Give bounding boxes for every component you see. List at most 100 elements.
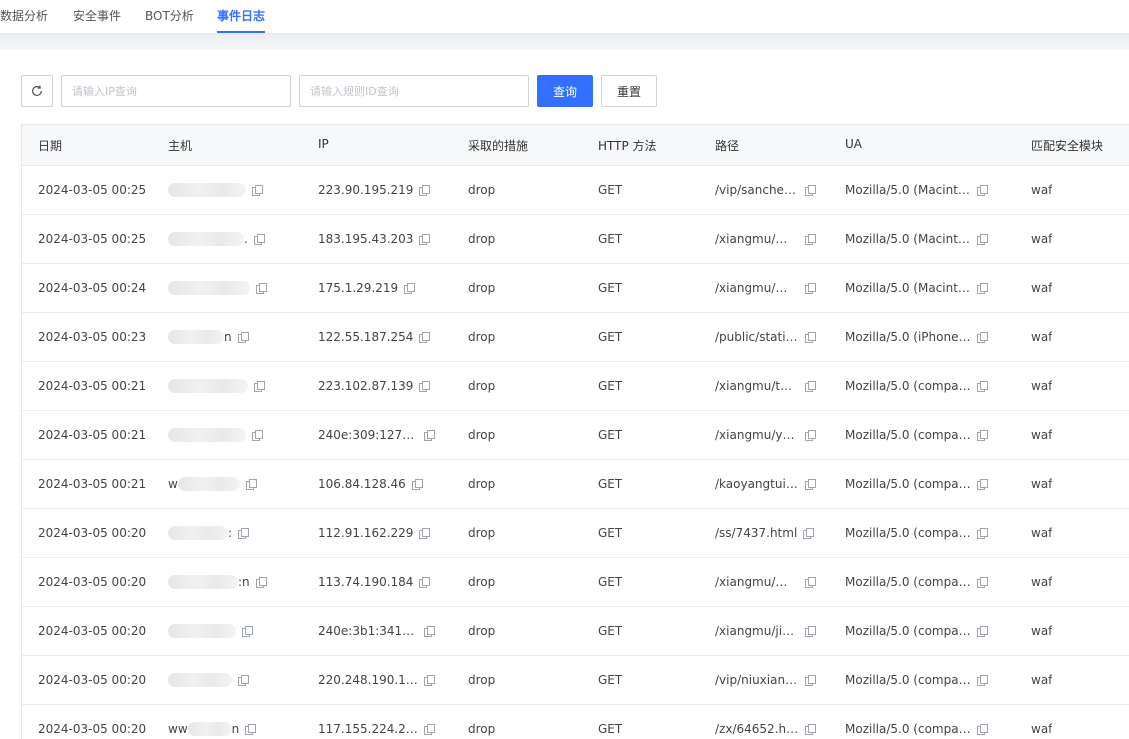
cell-host: ww n xyxy=(168,722,257,736)
cell-ua: Mozilla/5.0 (compatible; bot) xyxy=(845,428,988,442)
redacted-host-blur xyxy=(168,281,250,295)
copy-icon[interactable] xyxy=(424,430,435,441)
copy-icon[interactable] xyxy=(238,675,249,686)
copy-icon[interactable] xyxy=(977,283,988,294)
copy-icon[interactable] xyxy=(419,381,431,392)
copy-icon[interactable] xyxy=(424,724,435,735)
copy-icon[interactable] xyxy=(803,528,815,539)
copy-icon[interactable] xyxy=(977,332,988,343)
tab-event-log[interactable]: 事件日志 xyxy=(217,7,265,24)
copy-icon[interactable] xyxy=(805,234,816,245)
redacted-host-blur xyxy=(177,477,240,491)
cell-action: drop xyxy=(468,232,496,246)
tab-data-analysis[interactable]: 数据分析 xyxy=(0,7,48,24)
tab-bot-analysis[interactable]: BOT分析 xyxy=(145,7,194,24)
copy-icon[interactable] xyxy=(404,283,416,294)
copy-icon[interactable] xyxy=(805,479,816,490)
copy-icon[interactable] xyxy=(254,381,265,392)
reset-button[interactable]: 重置 xyxy=(601,75,657,107)
copy-icon[interactable] xyxy=(977,479,988,490)
copy-icon[interactable] xyxy=(245,724,257,735)
cell-host xyxy=(168,281,267,295)
copy-icon[interactable] xyxy=(805,332,816,343)
redacted-host-blur xyxy=(168,526,228,540)
copy-icon[interactable] xyxy=(805,724,816,735)
cell-ua: Mozilla/5.0 (compatible; bot) xyxy=(845,673,988,687)
table-row: 2024-03-05 00:24 175.1.29.219 drop GET/xian… xyxy=(22,264,1129,313)
cell-http-method: GET xyxy=(598,673,623,687)
refresh-button[interactable] xyxy=(21,75,53,107)
copy-icon[interactable] xyxy=(419,528,431,539)
copy-icon[interactable] xyxy=(977,528,988,539)
cell-date: 2024-03-05 00:20 xyxy=(38,575,147,589)
cell-ua: Mozilla/5.0 (Macintosh; Intel Mac OS X) xyxy=(845,183,988,197)
copy-icon[interactable] xyxy=(238,528,250,539)
copy-icon[interactable] xyxy=(252,185,263,196)
copy-icon[interactable] xyxy=(805,283,816,294)
copy-icon[interactable] xyxy=(424,626,435,637)
host-prefix: ww xyxy=(168,722,188,736)
cell-ua: Mozilla/5.0 (Macintosh; Intel Mac OS X) xyxy=(845,232,988,246)
redacted-host-blur xyxy=(168,379,248,393)
copy-icon[interactable] xyxy=(242,626,253,637)
cell-http-method: GET xyxy=(598,183,623,197)
copy-icon[interactable] xyxy=(977,675,988,686)
cell-http-method: GET xyxy=(598,428,623,442)
copy-icon[interactable] xyxy=(255,577,267,588)
copy-icon[interactable] xyxy=(237,332,249,343)
table-body: 2024-03-05 00:25 223.90.195.219 drop GET/vi… xyxy=(22,166,1129,739)
copy-icon[interactable] xyxy=(419,332,431,343)
copy-icon[interactable] xyxy=(977,430,988,441)
column-header-ua: UA xyxy=(845,137,862,151)
copy-icon[interactable] xyxy=(805,577,816,588)
table-row: 2024-03-05 00:20: 112.91.162.229 drop GET/s… xyxy=(22,509,1129,558)
copy-icon[interactable] xyxy=(977,234,988,245)
copy-icon[interactable] xyxy=(252,430,263,441)
cell-ip: 223.90.195.219 xyxy=(318,183,431,197)
copy-icon[interactable] xyxy=(805,185,816,196)
rule-id-search-input[interactable] xyxy=(299,75,529,107)
cell-action: drop xyxy=(468,624,496,638)
tab-security-events[interactable]: 安全事件 xyxy=(73,7,121,24)
table-row: 2024-03-05 00:20 240e:3b1:3419:5c20::1 dro… xyxy=(22,607,1129,656)
copy-icon[interactable] xyxy=(419,234,431,245)
copy-icon[interactable] xyxy=(805,381,816,392)
cell-security-module: waf xyxy=(1031,428,1053,442)
cell-security-module: waf xyxy=(1031,526,1053,540)
cell-host xyxy=(168,428,263,442)
copy-icon[interactable] xyxy=(256,283,267,294)
table-row: 2024-03-05 00:21 w 106.84.128.46 drop GET/ka… xyxy=(22,460,1129,509)
copy-icon[interactable] xyxy=(977,626,988,637)
copy-icon[interactable] xyxy=(805,675,816,686)
copy-icon[interactable] xyxy=(805,430,816,441)
copy-icon[interactable] xyxy=(411,479,423,490)
copy-icon[interactable] xyxy=(977,185,988,196)
table-row: 2024-03-05 00:23 n 122.55.187.254 drop GET/p… xyxy=(22,313,1129,362)
copy-icon[interactable] xyxy=(419,577,431,588)
copy-icon[interactable] xyxy=(424,675,435,686)
cell-date: 2024-03-05 00:23 xyxy=(38,330,147,344)
copy-icon[interactable] xyxy=(805,626,816,637)
copy-icon[interactable] xyxy=(419,185,431,196)
copy-icon[interactable] xyxy=(253,234,265,245)
host-prefix: w xyxy=(168,477,178,491)
cell-path: /ss/7437.html xyxy=(715,526,815,540)
cell-path: /public/static/js/ xyxy=(715,330,816,344)
copy-icon[interactable] xyxy=(245,479,257,490)
query-button[interactable]: 查询 xyxy=(537,75,593,107)
cell-path: /xiangmu/jianzhu/ xyxy=(715,624,816,638)
redacted-host-blur xyxy=(168,673,232,687)
cell-ip: 117.155.224.233 xyxy=(318,722,435,736)
active-tab-indicator xyxy=(217,31,265,33)
cell-date: 2024-03-05 00:20 xyxy=(38,722,147,736)
ip-search-input[interactable] xyxy=(61,75,291,107)
copy-icon[interactable] xyxy=(977,724,988,735)
cell-host xyxy=(168,673,249,687)
cell-host: n xyxy=(168,330,249,344)
column-header-ip: IP xyxy=(318,137,329,151)
cell-host: . xyxy=(168,232,265,246)
cell-ua: Mozilla/5.0 (compatible; bot) xyxy=(845,575,988,589)
copy-icon[interactable] xyxy=(977,381,988,392)
cell-path: /xiangmu/mynews/ xyxy=(715,575,816,589)
copy-icon[interactable] xyxy=(977,577,988,588)
